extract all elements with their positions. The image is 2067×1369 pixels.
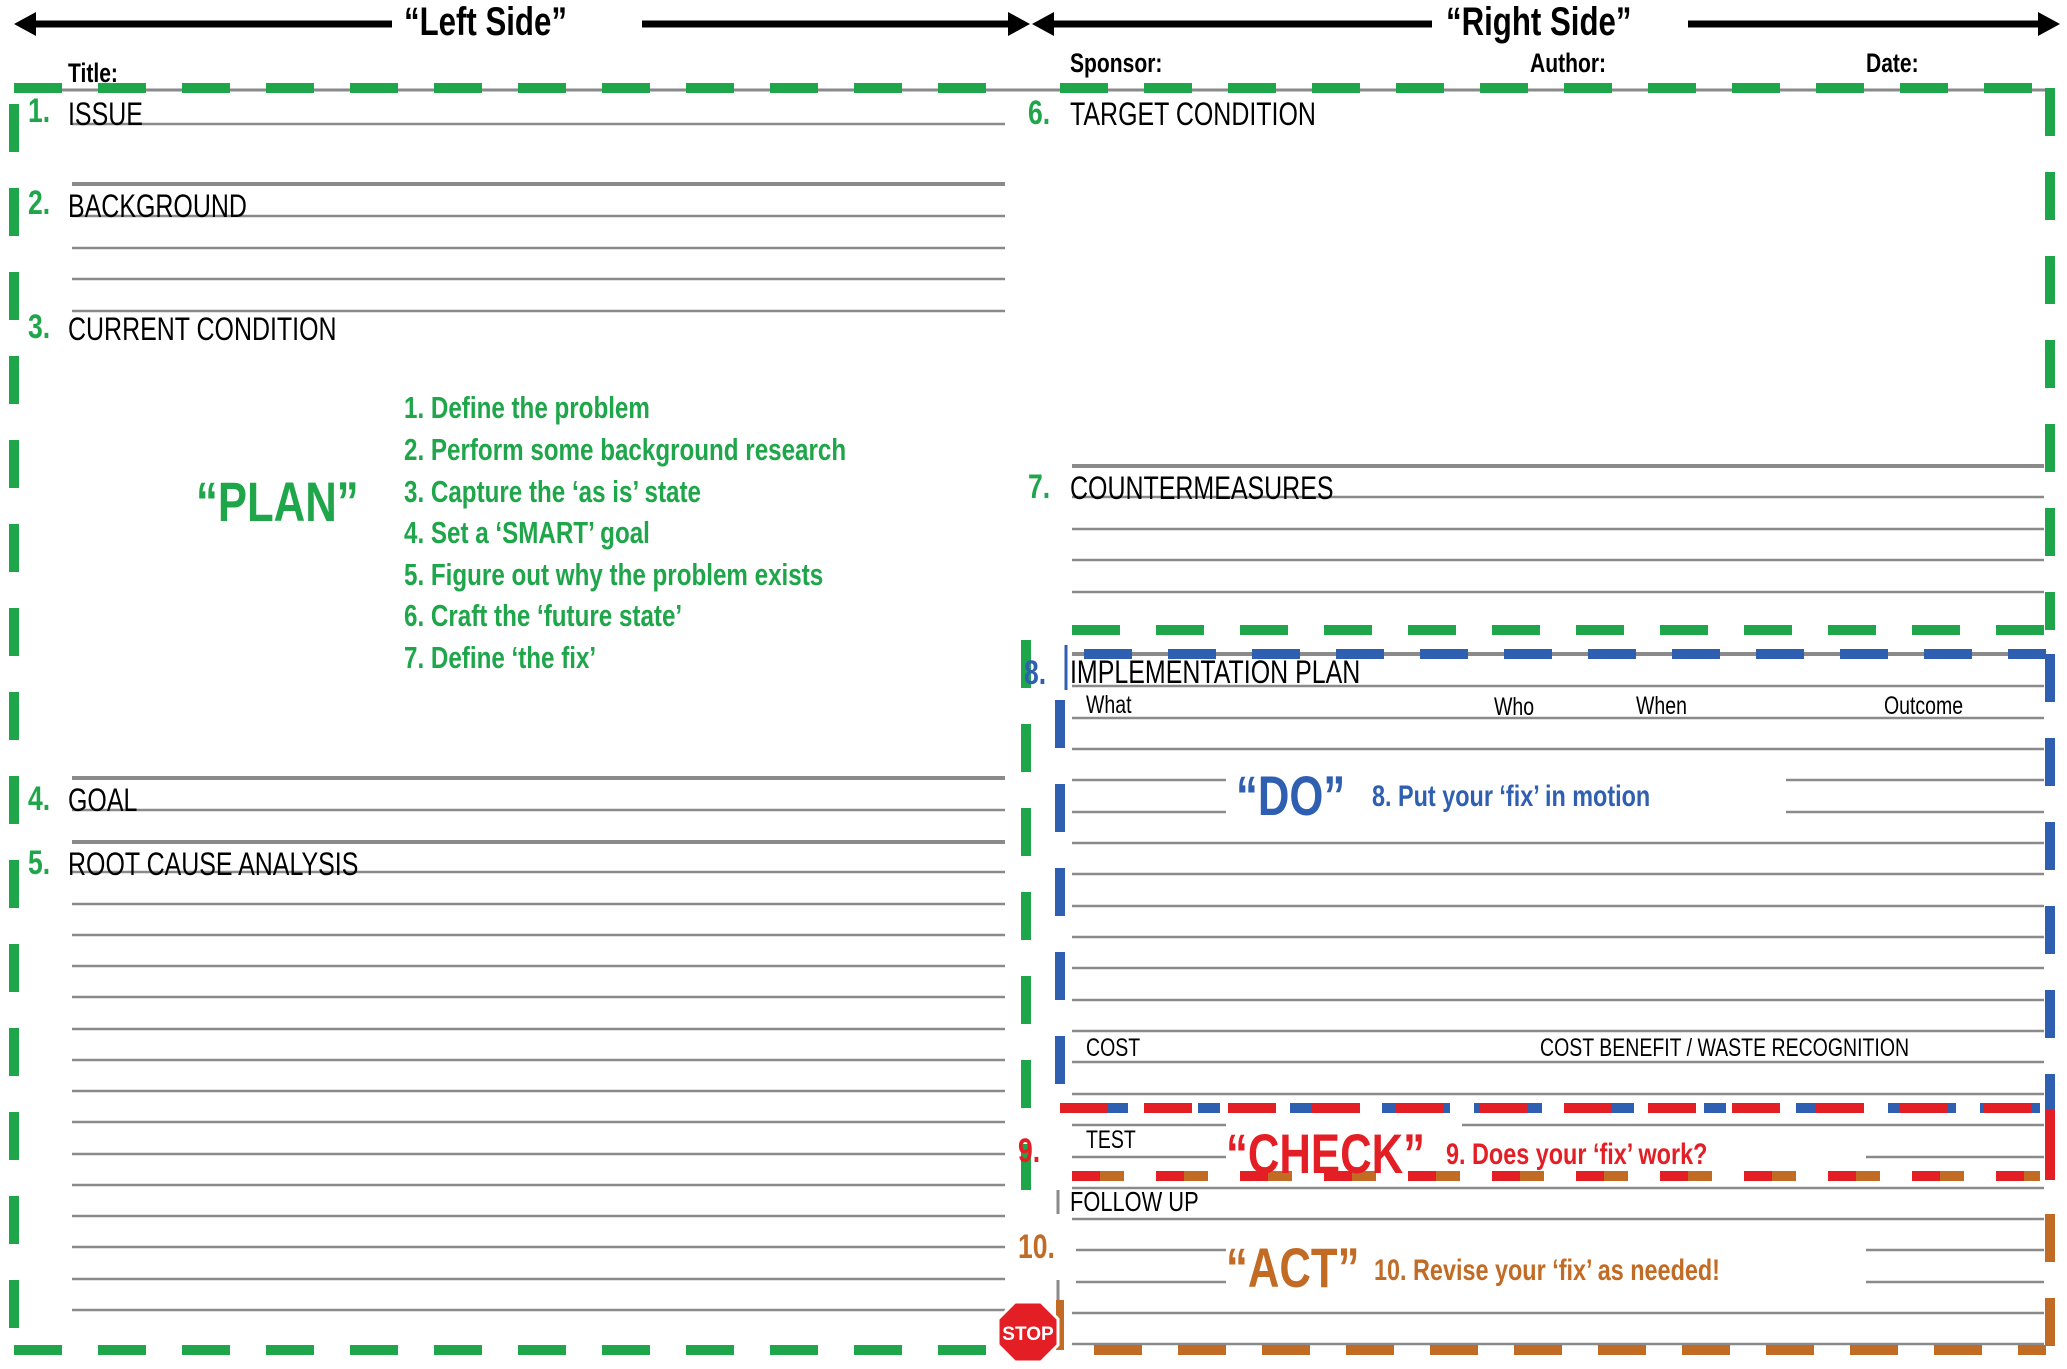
section-root-cause-label[interactable]: ROOT CAUSE ANALYSIS xyxy=(68,848,358,880)
act-phase-title: “ACT” xyxy=(1226,1236,1360,1299)
plan-step: 5. Figure out why the problem exists xyxy=(404,557,824,592)
act-phase-description: 10. Revise your ‘fix’ as needed! xyxy=(1374,1254,1720,1287)
check-phase-description: 9. Does your ‘fix’ work? xyxy=(1446,1138,1708,1171)
section-target-condition-number: 6. xyxy=(1028,94,1051,132)
cost-benefit-label[interactable]: COST BENEFIT / WASTE RECOGNITION xyxy=(1540,1036,1909,1061)
section-current-condition-label[interactable]: CURRENT CONDITION xyxy=(68,313,337,345)
section-test-number: 9. xyxy=(1018,1132,1041,1170)
section-background-label[interactable]: BACKGROUND xyxy=(68,190,247,222)
plan-step: 1. Define the problem xyxy=(404,390,650,425)
section-implementation-plan-number: 8. xyxy=(1024,654,1047,692)
section-goal-number: 4. xyxy=(28,780,51,818)
plan-step: 7. Define ‘the fix’ xyxy=(404,640,597,675)
stop-sign-label: STOP xyxy=(1002,1324,1054,1345)
section-follow-up-number: 10. xyxy=(1018,1228,1055,1266)
plan-phase-title: “PLAN” xyxy=(196,470,359,533)
plan-step: 2. Perform some background research xyxy=(404,432,847,467)
cost-label[interactable]: COST xyxy=(1086,1036,1140,1061)
title-field-label[interactable]: Title: xyxy=(68,60,118,87)
plan-step: 3. Capture the ‘as is’ state xyxy=(404,474,701,509)
plan-step: 4. Set a ‘SMART’ goal xyxy=(404,515,650,550)
do-phase-title: “DO” xyxy=(1236,764,1346,827)
column-when: When xyxy=(1636,692,1687,720)
left-side-title: “Left Side” xyxy=(404,0,567,44)
column-what: What xyxy=(1086,691,1132,719)
section-countermeasures-label[interactable]: COUNTERMEASURES xyxy=(1070,472,1333,504)
author-field-label[interactable]: Author: xyxy=(1530,50,1606,77)
section-current-condition-number: 3. xyxy=(28,308,51,346)
column-who: Who xyxy=(1494,693,1535,721)
stop-sign-icon: STOP xyxy=(996,1300,1060,1364)
column-outcome: Outcome xyxy=(1884,692,1964,720)
section-issue-label: ISSUE xyxy=(68,96,143,132)
section-number: 1. xyxy=(28,92,51,130)
a3-report-template: “Left Side” “Right Side” Title: Sponsor:… xyxy=(0,0,2067,1364)
sponsor-field-label[interactable]: Sponsor: xyxy=(1070,50,1162,77)
section-issue[interactable]: 1. xyxy=(28,94,56,128)
section-target-condition-label[interactable]: TARGET CONDITION xyxy=(1070,98,1316,130)
plan-step: 6. Craft the ‘future state’ xyxy=(404,598,683,633)
section-goal-label[interactable]: GOAL xyxy=(68,784,137,816)
section-implementation-plan-label[interactable]: IMPLEMENTATION PLAN xyxy=(1070,656,1360,688)
check-phase-title: “CHECK” xyxy=(1226,1122,1425,1185)
do-phase-description: 8. Put your ‘fix’ in motion xyxy=(1372,780,1651,813)
section-test-label[interactable]: TEST xyxy=(1086,1128,1136,1153)
section-countermeasures-number: 7. xyxy=(1028,468,1051,506)
section-follow-up-label[interactable]: FOLLOW UP xyxy=(1070,1188,1199,1216)
date-field-label[interactable]: Date: xyxy=(1866,50,1919,77)
right-side-title: “Right Side” xyxy=(1446,0,1632,44)
section-root-cause-number: 5. xyxy=(28,844,51,882)
section-background-number: 2. xyxy=(28,184,51,222)
